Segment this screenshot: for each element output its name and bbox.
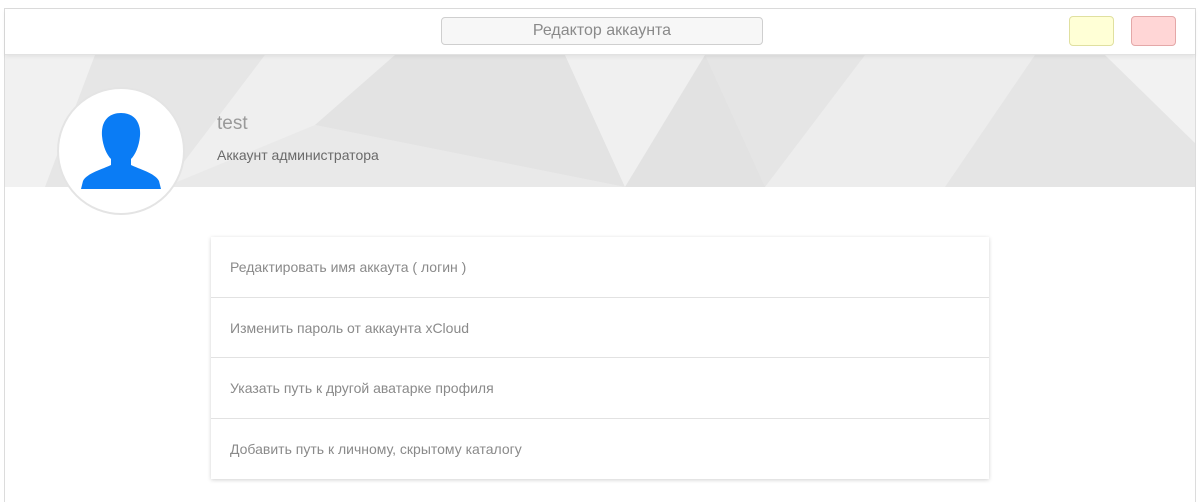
close-button[interactable]	[1131, 16, 1176, 46]
banner-pattern	[5, 55, 1195, 187]
profile-username: test	[217, 113, 248, 134]
minimize-button[interactable]	[1069, 16, 1114, 46]
menu-item-add-private-folder[interactable]: Добавить путь к личному, скрытому катало…	[211, 419, 989, 480]
profile-banner	[5, 55, 1195, 187]
window-title: Редактор аккаунта	[441, 17, 763, 45]
title-bar: Редактор аккаунта	[5, 9, 1195, 55]
menu-item-change-password[interactable]: Изменить пароль от аккаунта xCloud	[211, 298, 989, 358]
profile-role: Аккаунт администратора	[217, 147, 379, 163]
menu-item-set-avatar-path[interactable]: Указать путь к другой аватарке профиля	[211, 358, 989, 419]
menu-item-edit-login[interactable]: Редактировать имя аккаута ( логин )	[211, 237, 989, 298]
account-editor-window: Редактор аккаунта test Аккаунт администр…	[4, 8, 1196, 502]
user-silhouette-icon	[81, 113, 161, 189]
avatar[interactable]	[57, 87, 185, 215]
account-actions-menu: Редактировать имя аккаута ( логин ) Изме…	[211, 237, 989, 479]
